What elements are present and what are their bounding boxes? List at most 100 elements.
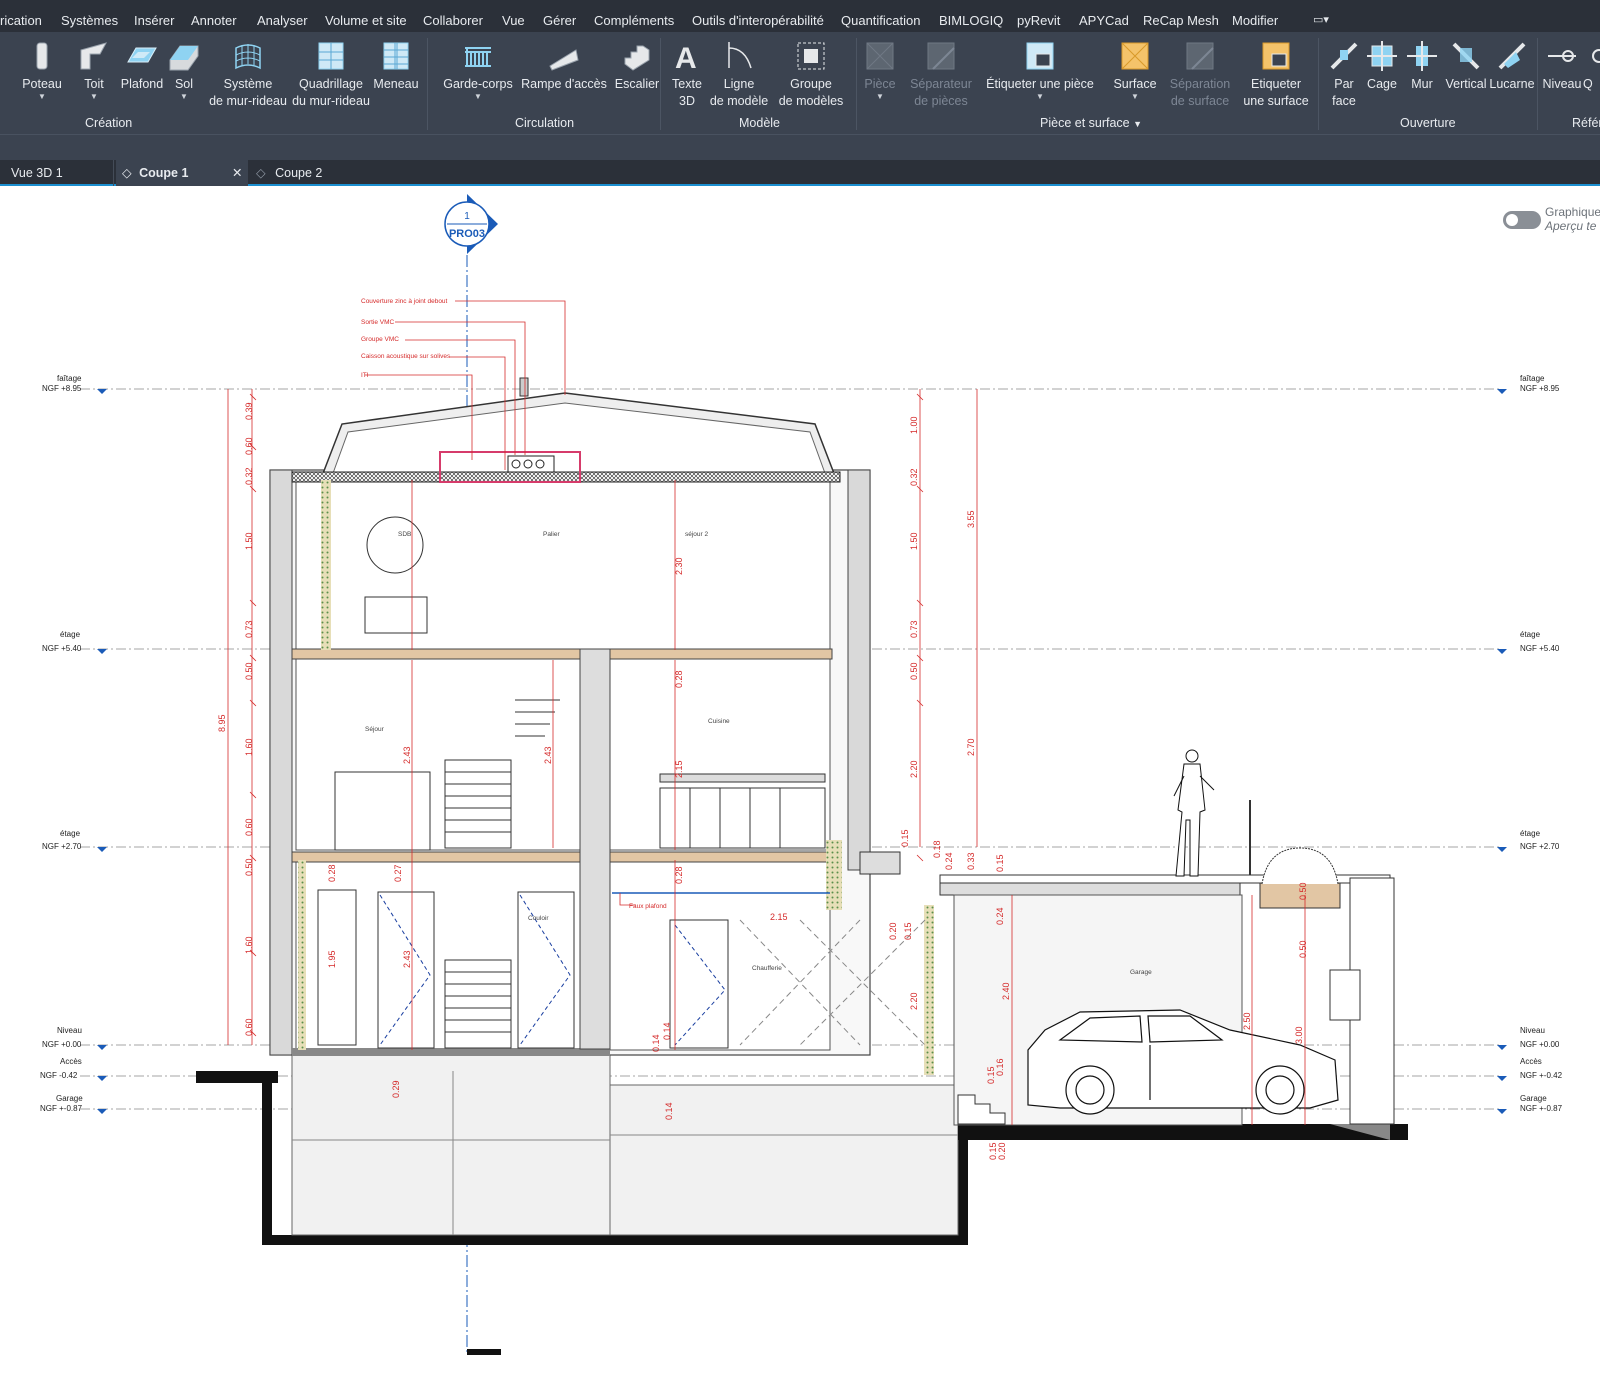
- menu-pyrevit[interactable]: pyRevit: [1017, 13, 1060, 28]
- tool-etiqueter-piece[interactable]: Étiqueter une pièce ▼: [983, 40, 1097, 101]
- tool-escalier[interactable]: Escalier: [612, 40, 662, 93]
- section-view-icon: ◇: [122, 166, 132, 180]
- view-tab-bar: Vue 3D 1 ◇ Coupe 1 ✕ ◇ Coupe 2: [0, 160, 1600, 186]
- level-name: faîtage: [1520, 374, 1545, 383]
- tool-ligne-modele[interactable]: Ligne de modèle: [708, 40, 770, 110]
- menu-volume-site[interactable]: Volume et site: [325, 13, 407, 28]
- level-elevation: NGF +0.00: [42, 1040, 82, 1049]
- dim-text: 0.20: [997, 1142, 1007, 1160]
- tab-coupe-1[interactable]: ◇ Coupe 1 ✕: [116, 160, 248, 186]
- dim-text: 0.73: [244, 620, 254, 638]
- dim-text: 1.00: [909, 416, 919, 434]
- tool-toit[interactable]: Toit ▼: [74, 40, 114, 101]
- dim-text: 0.32: [244, 467, 254, 485]
- room-tag: Garage: [1130, 969, 1152, 976]
- menu-systemes[interactable]: Systèmes: [61, 13, 118, 28]
- dim-text: 0.29: [391, 1080, 401, 1098]
- section-view-icon: ◇: [256, 166, 266, 180]
- menu-complements[interactable]: Compléments: [594, 13, 674, 28]
- camera-dropdown-icon[interactable]: ▭▾: [1313, 13, 1329, 26]
- tool-etiqueter-surface[interactable]: Etiqueter une surface: [1240, 40, 1312, 110]
- level-name: faîtage: [57, 374, 82, 383]
- group-piece-surface[interactable]: Pièce et surface ▼: [1040, 116, 1142, 130]
- dim-text: 2.15: [770, 912, 788, 922]
- level-elevation: NGF +0.00: [1520, 1040, 1560, 1049]
- menu-collaborer[interactable]: Collaborer: [423, 13, 483, 28]
- menu-annoter[interactable]: Annoter: [191, 13, 237, 28]
- group-reference[interactable]: Référ: [1572, 116, 1600, 130]
- annotation-acoustic-box: Caisson acoustique sur solives: [361, 353, 451, 360]
- tool-systeme-mur-rideau[interactable]: Système de mur-rideau: [205, 40, 291, 110]
- section-drawing: faîtageNGF +8.95 étageNGF +5.40 étageNGF…: [40, 194, 1563, 1355]
- menu-recap-mesh[interactable]: ReCap Mesh: [1143, 13, 1219, 28]
- tool-sol[interactable]: Sol ▼: [166, 40, 202, 101]
- dim-text: 0.50: [1298, 940, 1308, 958]
- tool-piece[interactable]: Pièce ▼: [862, 40, 898, 101]
- group-circulation[interactable]: Circulation: [515, 116, 574, 130]
- room-tag: Couloir: [528, 915, 549, 922]
- level-elevation: NGF +-0.87: [1520, 1104, 1563, 1113]
- tool-garde-corps[interactable]: Garde-corps ▼: [441, 40, 515, 101]
- dim-text: 2.30: [674, 557, 684, 575]
- tool-quadrillage-ref[interactable]: Q: [1583, 40, 1600, 93]
- tool-vertical[interactable]: Vertical: [1443, 40, 1489, 93]
- section-marker[interactable]: 1 PRO03: [444, 194, 498, 254]
- tool-rampe[interactable]: Rampe d'accès: [521, 40, 607, 93]
- level-elevation: NGF -0.42: [40, 1071, 78, 1080]
- annotation-roof: Couverture zinc à joint debout: [361, 298, 448, 305]
- tool-surface[interactable]: Surface ▼: [1112, 40, 1158, 101]
- tab-coupe-2[interactable]: ◇ Coupe 2: [254, 160, 364, 186]
- tab-vue-3d-1[interactable]: Vue 3D 1: [0, 160, 114, 186]
- menu-inserer[interactable]: Insérer: [134, 13, 174, 28]
- tool-quadrillage[interactable]: Quadrillage du mur-rideau: [291, 40, 371, 110]
- tool-texte-3d[interactable]: A Texte 3D: [667, 40, 707, 110]
- car-elevation: [1027, 1009, 1339, 1115]
- caret-down-icon: ▼: [1133, 119, 1143, 129]
- ribbon-separator: [1537, 38, 1538, 130]
- tool-poteau[interactable]: Poteau ▼: [22, 40, 62, 101]
- menu-quantification[interactable]: Quantification: [841, 13, 921, 28]
- tool-par-face[interactable]: Par face: [1326, 40, 1362, 110]
- level-elevation: NGF +2.70: [1520, 842, 1560, 851]
- group-modele[interactable]: Modèle: [739, 116, 780, 130]
- group-ouverture[interactable]: Ouverture: [1400, 116, 1456, 130]
- menu-vue[interactable]: Vue: [502, 13, 525, 28]
- dim-text: 0.14: [664, 1102, 674, 1120]
- level-icon: [1548, 50, 1576, 62]
- dim-text: 0.24: [944, 852, 954, 870]
- menu-modifier[interactable]: Modifier: [1232, 13, 1278, 28]
- dim-text: 2.70: [966, 738, 976, 756]
- menu-analyser[interactable]: Analyser: [257, 13, 308, 28]
- ribbon-separator: [660, 38, 661, 130]
- model-line-icon: [728, 42, 752, 69]
- menu-apycad[interactable]: APYCad: [1079, 13, 1129, 28]
- level-elevation: NGF +8.95: [1520, 384, 1560, 393]
- close-tab-icon[interactable]: ✕: [232, 160, 242, 186]
- dim-text: 0.20: [888, 922, 898, 940]
- dim-text: 0.28: [674, 670, 684, 688]
- dormer-icon: [1498, 42, 1526, 70]
- tool-mur[interactable]: Mur: [1406, 40, 1438, 93]
- tool-separation-surface[interactable]: Séparation de surface: [1165, 40, 1235, 110]
- group-creation[interactable]: Création: [85, 116, 132, 130]
- tool-plafond[interactable]: Plafond: [117, 40, 167, 93]
- dim-text: 0.15: [900, 829, 910, 847]
- tool-cage[interactable]: Cage: [1364, 40, 1400, 93]
- tool-groupe-modeles[interactable]: Groupe de modèles: [775, 40, 847, 110]
- menu-fabrication[interactable]: rication: [0, 13, 42, 28]
- tool-meneau[interactable]: Meneau: [372, 40, 420, 93]
- dim-text: 3.00: [1294, 1026, 1304, 1044]
- level-name: Garage: [56, 1094, 83, 1103]
- tool-lucarne[interactable]: Lucarne: [1489, 40, 1535, 93]
- dim-text: 8.95: [217, 714, 227, 732]
- menu-interoperabilite[interactable]: Outils d'interopérabilité: [692, 13, 824, 28]
- annotation-false-ceiling: Faux plafond: [629, 903, 667, 910]
- menu-gerer[interactable]: Gérer: [543, 13, 576, 28]
- ribbon-footer: [0, 134, 1600, 160]
- tool-separateur-pieces[interactable]: Séparateur de pièces: [906, 40, 976, 110]
- menu-bimlogiq[interactable]: BIMLOGIQ: [939, 13, 1003, 28]
- level-elevation: NGF +5.40: [1520, 644, 1560, 653]
- annotation-iti: ITI: [361, 372, 369, 379]
- ceiling-icon: [127, 47, 157, 63]
- tool-niveau[interactable]: Niveau: [1541, 40, 1583, 93]
